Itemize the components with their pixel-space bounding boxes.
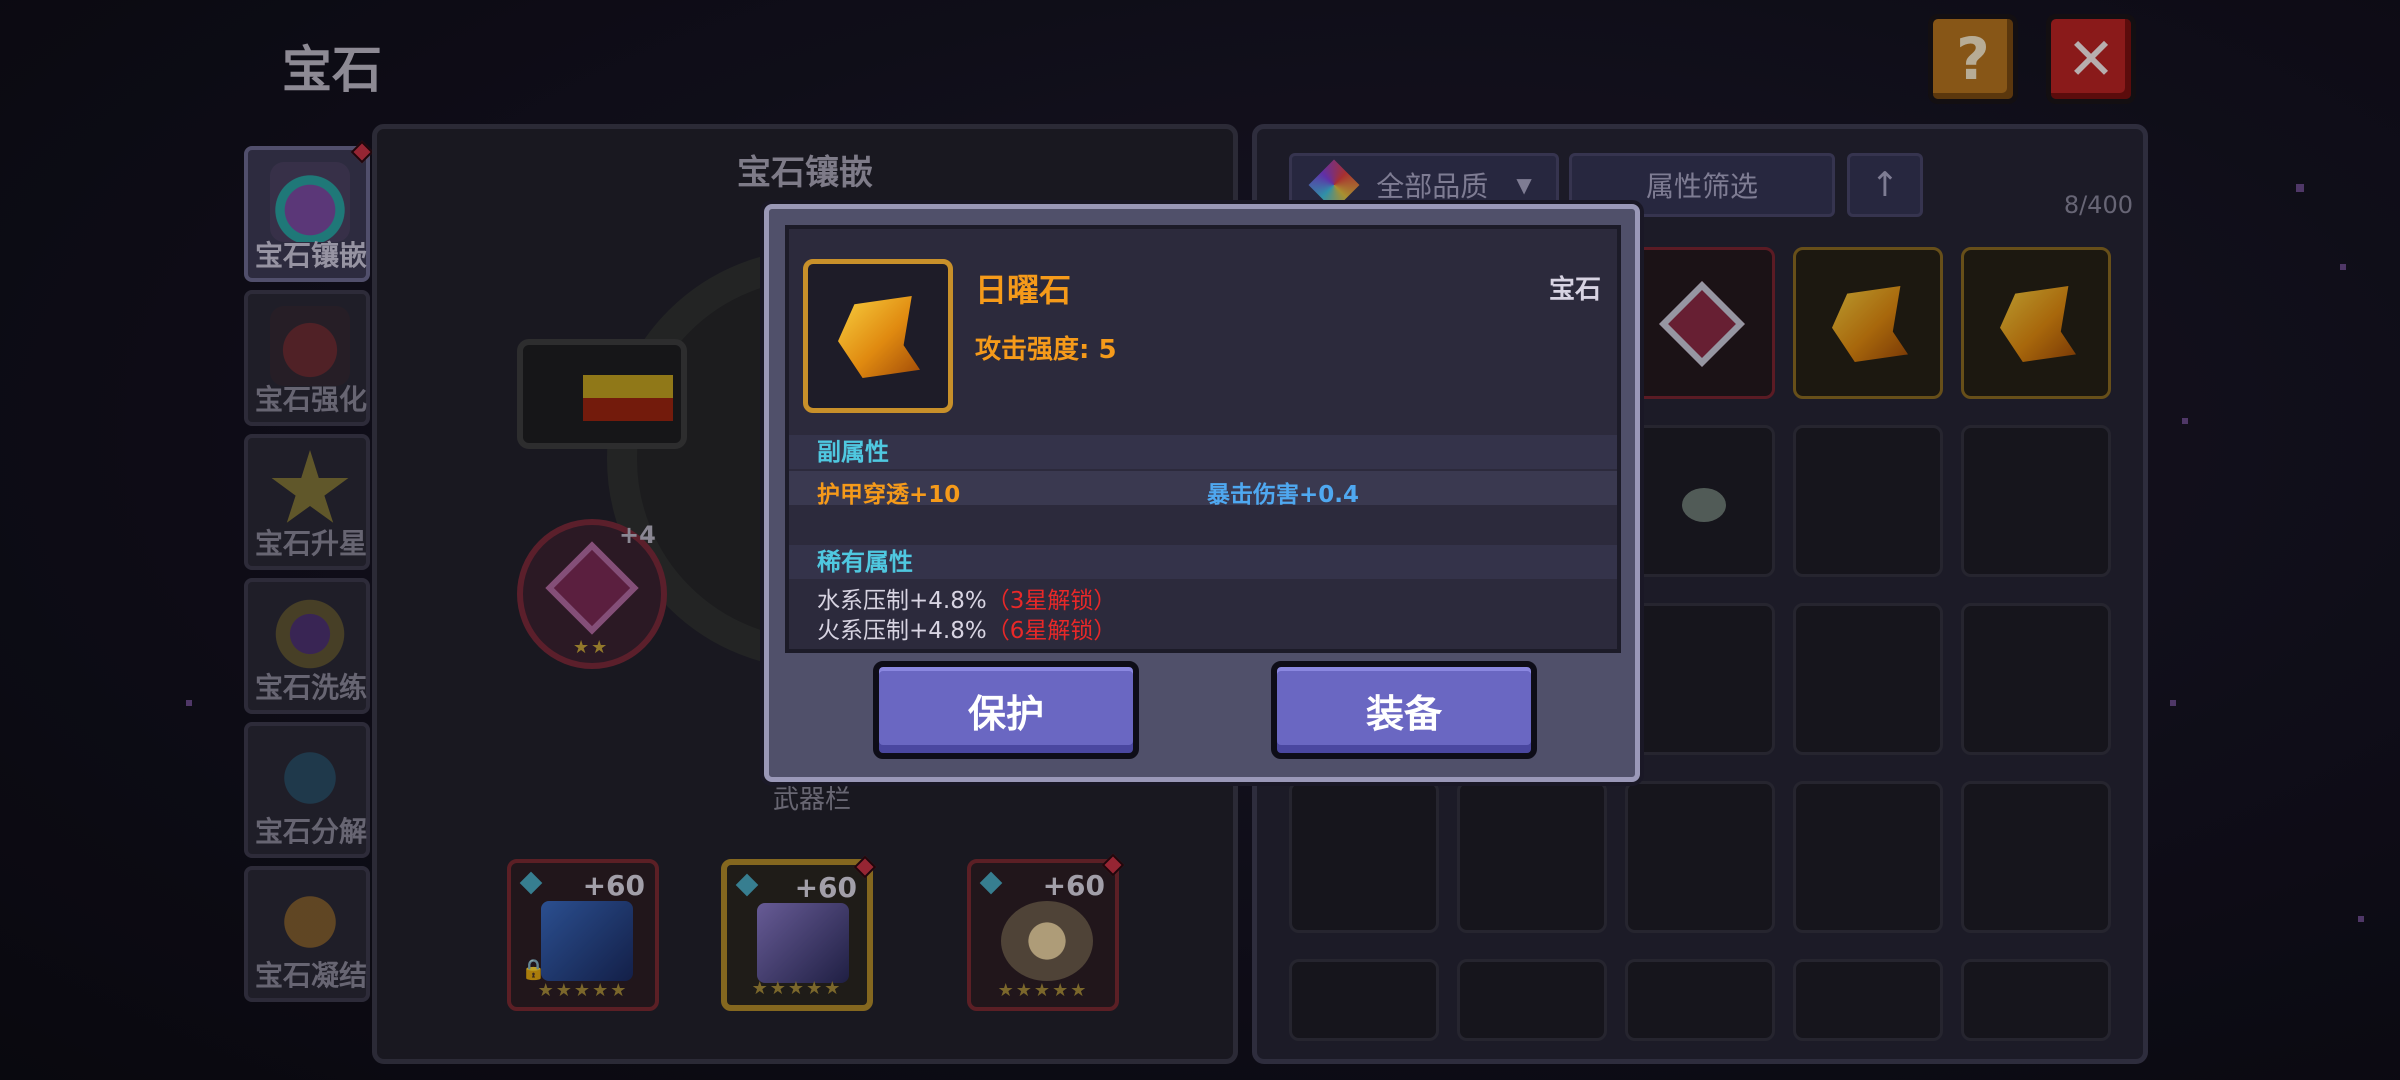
- sub-attribute-row: 护甲穿透+10 暴击伤害+0.4: [789, 471, 1617, 508]
- rare-stat-line: 火系压制+4.8%（6星解锁）: [817, 611, 1116, 645]
- sub-stat-crit-damage: 暴击伤害+0.4: [1207, 482, 1360, 508]
- rare-stat-text: 火系压制+4.8%: [817, 618, 987, 644]
- gem-main-stat: 攻击强度: 5: [975, 335, 1117, 365]
- gem-detail-body: 日曜石 宝石 攻击强度: 5 副属性 护甲穿透+10 暴击伤害+0.4 稀有属性…: [785, 225, 1621, 653]
- sub-stat-armor-pen: 护甲穿透+10: [817, 482, 961, 508]
- gem-detail-icon-frame: [803, 259, 953, 413]
- gem-type: 宝石: [1548, 275, 1601, 305]
- protect-button[interactable]: 保护: [873, 661, 1139, 759]
- gem-name: 日曜石: [975, 271, 1072, 309]
- gem-detail-popup: 日曜石 宝石 攻击强度: 5 副属性 护甲穿透+10 暴击伤害+0.4 稀有属性…: [764, 204, 1640, 782]
- sunstone-icon: [838, 296, 920, 378]
- equip-button[interactable]: 装备: [1271, 661, 1537, 759]
- rare-stat-lock: （6星解锁）: [986, 618, 1117, 644]
- rare-attribute-header: 稀有属性: [789, 545, 1617, 579]
- rare-stat-line: 水系压制+4.8%（3星解锁）: [817, 581, 1116, 615]
- sub-attribute-header: 副属性: [789, 435, 1617, 469]
